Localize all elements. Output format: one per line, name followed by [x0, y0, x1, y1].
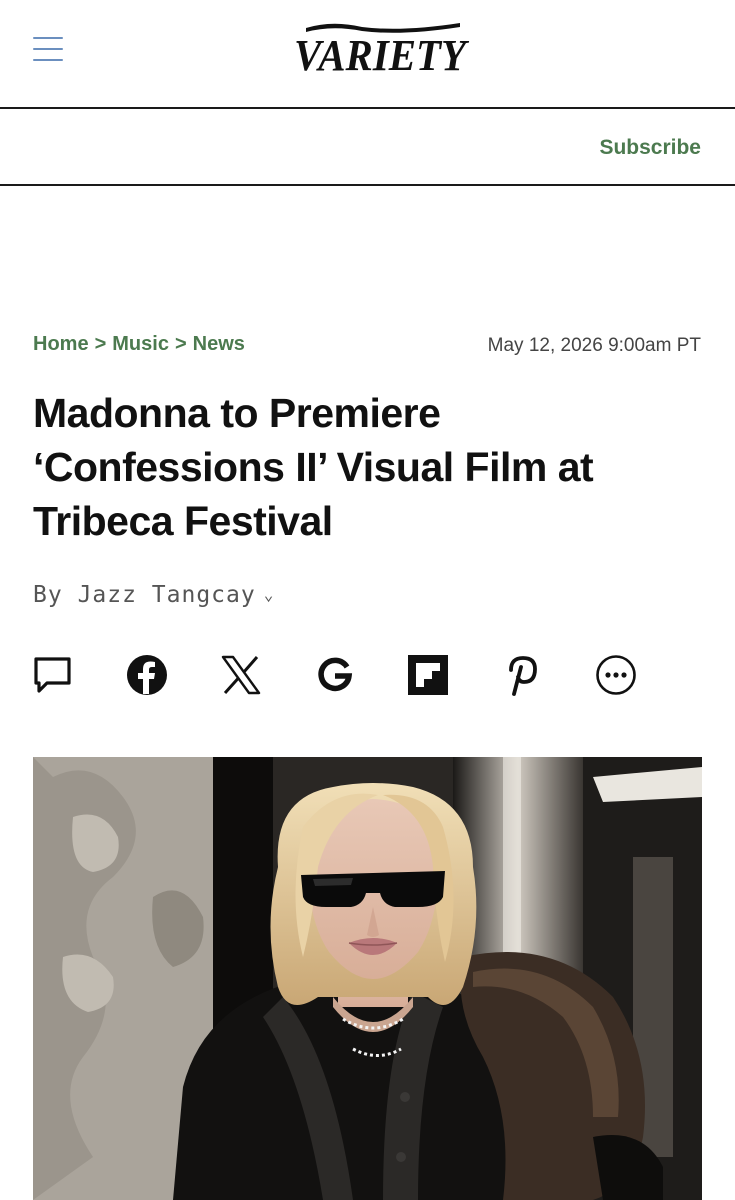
breadcrumb-home[interactable]: Home [33, 333, 89, 355]
byline-prefix: By [33, 582, 63, 608]
comment-icon[interactable] [32, 654, 74, 696]
google-icon[interactable] [314, 654, 356, 696]
more-icon[interactable] [595, 654, 637, 696]
menu-icon[interactable] [33, 37, 65, 63]
byline: By Jazz Tangcay ⌄ [33, 582, 274, 608]
breadcrumb-separator: > [174, 333, 187, 355]
x-icon[interactable] [220, 654, 262, 696]
subscribe-bar: Subscribe [0, 109, 735, 186]
flipboard-icon[interactable] [407, 654, 449, 696]
breadcrumb: Home > Music > News [33, 333, 245, 356]
breadcrumb-separator: > [94, 333, 107, 355]
author-name[interactable]: Jazz Tangcay [78, 582, 256, 608]
article-headline: Madonna to Premiere ‘Confessions II’ Vis… [33, 390, 594, 544]
chevron-down-icon[interactable]: ⌄ [264, 585, 275, 604]
pinterest-icon[interactable] [501, 654, 543, 696]
breadcrumb-news[interactable]: News [193, 333, 245, 355]
publish-date: May 12, 2026 9:00am PT [487, 335, 701, 356]
variety-logo[interactable]: VARIETY [292, 18, 472, 80]
svg-text:VARIETY: VARIETY [294, 31, 470, 80]
subscribe-link[interactable]: Subscribe [599, 136, 701, 160]
facebook-icon[interactable] [126, 654, 168, 696]
article-hero-image [33, 757, 702, 1200]
site-header: VARIETY [0, 0, 735, 109]
breadcrumb-music[interactable]: Music [112, 333, 169, 355]
